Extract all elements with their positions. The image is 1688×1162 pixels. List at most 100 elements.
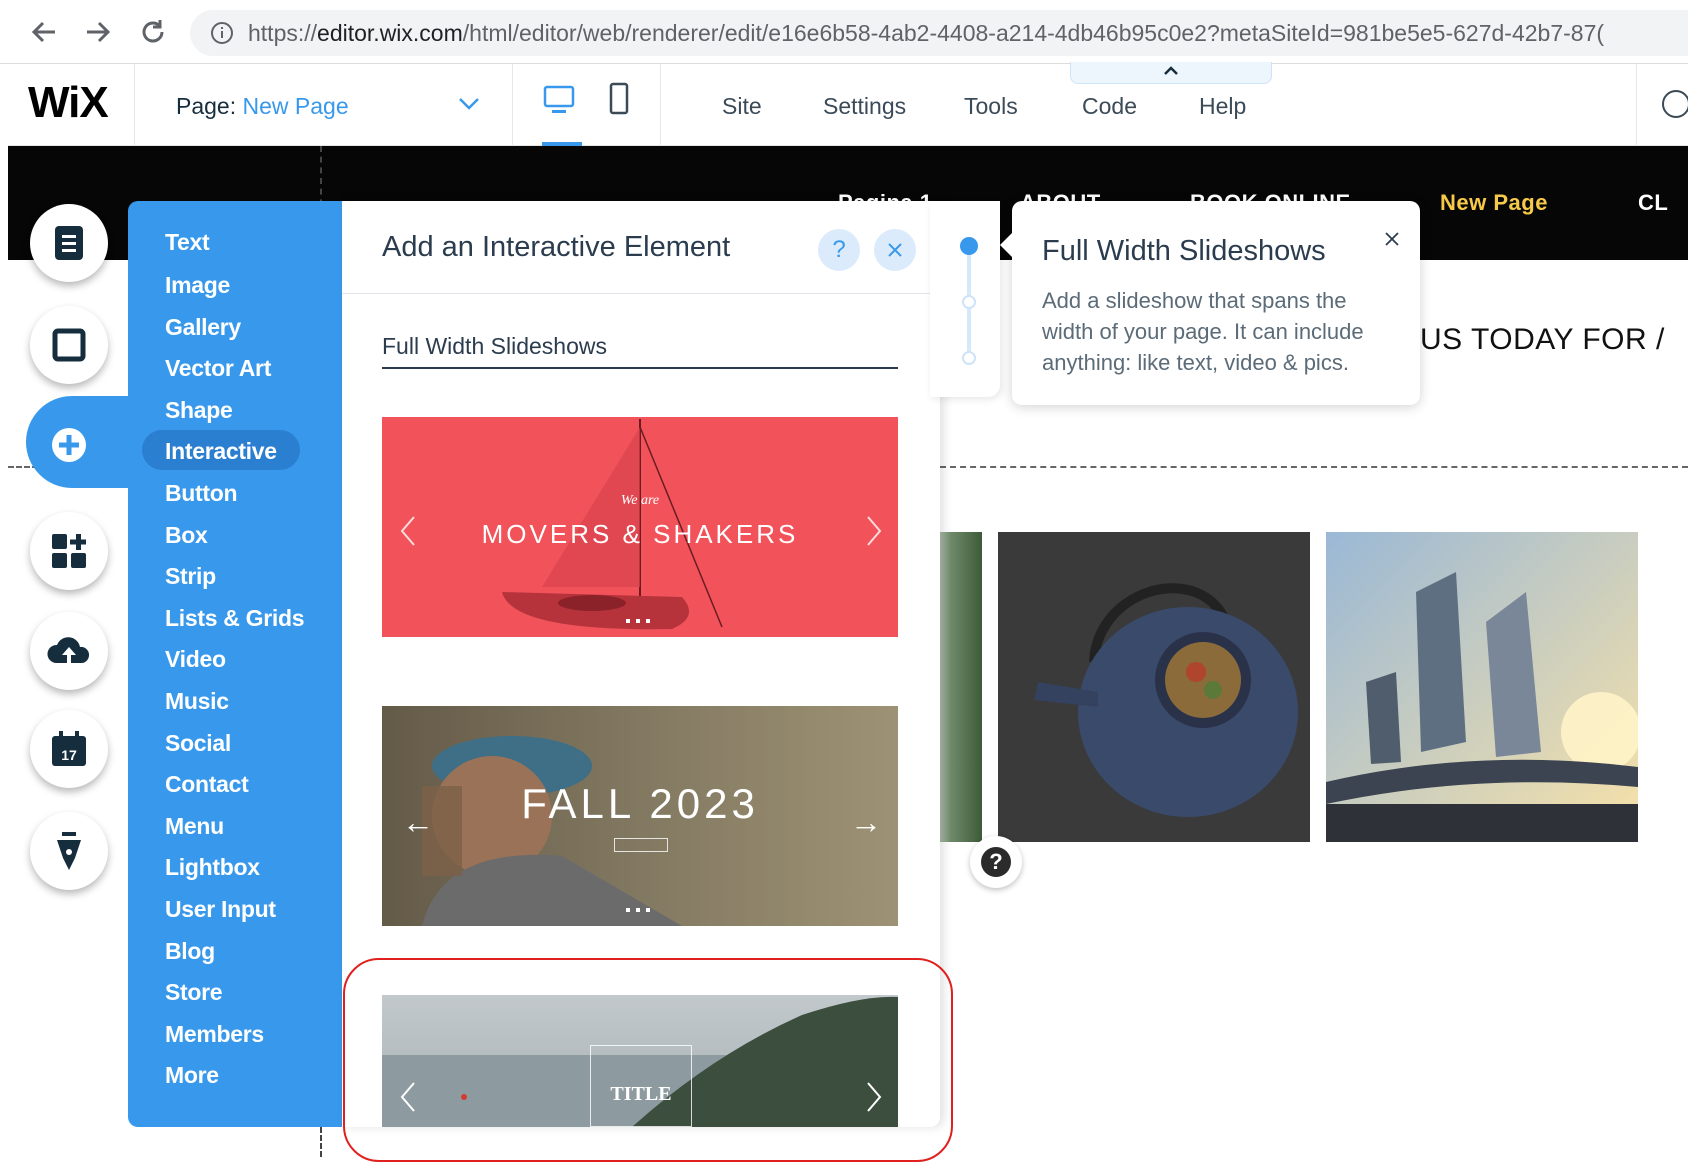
mobile-view-button[interactable] [608, 82, 630, 121]
section-underline [382, 367, 898, 369]
scroller-dot[interactable] [962, 295, 976, 309]
desktop-icon [543, 85, 575, 113]
category-item[interactable]: Button [165, 480, 238, 507]
thumb1-subtitle: We are [620, 493, 660, 508]
teapot-image [998, 532, 1310, 842]
apps-icon [52, 534, 86, 568]
url-text: https://editor.wix.com/html/editor/web/r… [248, 20, 1605, 46]
category-item[interactable]: Image [165, 272, 230, 299]
category-item-active[interactable]: Interactive [165, 438, 277, 465]
help-bubble[interactable]: ? [970, 836, 1022, 888]
calendar-icon: 17 [52, 731, 86, 766]
page-selector[interactable]: Page: New Page [176, 93, 496, 123]
gallery-image-teapot[interactable] [998, 532, 1310, 842]
pen-icon [57, 832, 81, 870]
panel-close-button[interactable] [874, 229, 916, 271]
arrow-left-icon: ← [402, 804, 434, 840]
editor-top-bar: WiX Page: New Page Site Settings Tools C… [8, 62, 1688, 146]
category-item[interactable]: Vector Art [165, 355, 271, 382]
add-button[interactable] [30, 406, 108, 484]
category-item[interactable]: Blog [165, 938, 215, 965]
chevron-down-icon [459, 98, 479, 110]
section-scroller[interactable] [930, 201, 1000, 397]
info-icon [211, 22, 233, 44]
section-title: Full Width Slideshows [382, 333, 607, 359]
category-item[interactable]: User Input [165, 896, 276, 923]
chevron-left-icon [400, 516, 415, 546]
slideshow-thumb-movers[interactable]: We are MOVERS & SHAKERS [382, 417, 898, 637]
thumb1-title: MOVERS & SHAKERS [481, 519, 799, 549]
category-item[interactable]: Strip [165, 563, 216, 590]
category-item[interactable]: Menu [165, 813, 224, 840]
thumb2-button [614, 838, 668, 852]
category-item[interactable]: Music [165, 688, 229, 715]
category-item[interactable]: Contact [165, 771, 249, 798]
highlight-annotation [343, 958, 953, 1162]
category-item[interactable]: More [165, 1062, 219, 1089]
site-nav-item-active[interactable]: New Page [1440, 190, 1548, 216]
tooltip-title: Full Width Slideshows [1042, 235, 1326, 267]
cloud-upload-icon [47, 637, 90, 663]
tooltip-body: Add a slideshow that spans the width of … [1042, 288, 1364, 375]
category-item[interactable]: Lightbox [165, 854, 260, 881]
site-nav-item[interactable]: CL [1638, 190, 1668, 216]
scroller-dot-active[interactable] [960, 237, 978, 255]
close-icon [888, 243, 902, 257]
gallery-image-city[interactable] [1326, 532, 1638, 842]
scroller-dot[interactable] [962, 351, 976, 365]
section-tooltip: Full Width Slideshows Add a slideshow th… [1000, 201, 1420, 405]
menu-site[interactable]: Site [722, 93, 762, 120]
tooltip-arrow [1000, 233, 1012, 257]
bookings-button[interactable]: 17 [30, 710, 108, 788]
mobile-icon [609, 82, 629, 115]
address-bar[interactable]: https://editor.wix.com/html/editor/web/r… [190, 10, 1688, 56]
category-item[interactable]: Lists & Grids [165, 605, 305, 632]
guide-line [320, 1127, 322, 1157]
arrow-right-icon [87, 21, 111, 43]
thumb2-title: FALL 2023 [521, 780, 759, 827]
category-item[interactable]: Gallery [165, 314, 241, 341]
menu-settings[interactable]: Settings [823, 93, 906, 120]
arrow-right-icon: → [850, 804, 882, 840]
arrow-left-icon [31, 21, 55, 43]
panel-help-button[interactable]: ? [818, 229, 860, 271]
add-apps-button[interactable] [30, 512, 108, 590]
background-icon [52, 328, 86, 362]
category-item[interactable]: Text [165, 229, 210, 256]
category-item[interactable]: Video [165, 646, 226, 673]
chevron-up-icon [1164, 66, 1178, 75]
city-image [1326, 532, 1638, 842]
blog-button[interactable] [30, 812, 108, 890]
upload-button[interactable] [30, 612, 108, 690]
chevron-right-icon [867, 516, 882, 546]
menu-code[interactable]: Code [1082, 93, 1137, 120]
menu-tools[interactable]: Tools [964, 93, 1018, 120]
category-item[interactable]: Social [165, 730, 231, 757]
category-item[interactable]: Members [165, 1021, 264, 1048]
pages-button[interactable] [30, 204, 108, 282]
back-button[interactable] [26, 14, 62, 50]
site-body-text: US TODAY FOR / [1420, 323, 1665, 356]
reload-button[interactable] [135, 14, 171, 50]
close-icon[interactable] [1384, 231, 1400, 247]
pages-icon [55, 226, 83, 260]
page-name: New Page [242, 93, 349, 119]
slideshow-thumb-fall[interactable]: FALL 2023 ← → [382, 706, 898, 926]
category-item[interactable]: Shape [165, 397, 233, 424]
desktop-view-button[interactable] [542, 84, 576, 121]
category-item[interactable]: Store [165, 979, 223, 1006]
background-button[interactable] [30, 306, 108, 384]
slide-dots [626, 908, 656, 912]
menu-help[interactable]: Help [1199, 93, 1246, 120]
plus-icon [52, 428, 86, 462]
add-panel-categories: Text Image Gallery Vector Art Shape Interacti… [128, 201, 342, 1127]
wix-logo[interactable]: WiX [28, 78, 109, 128]
forward-button[interactable] [80, 14, 116, 50]
panel-divider [342, 293, 940, 294]
search-icon[interactable] [1662, 90, 1688, 118]
panel-title: Add an Interactive Element [382, 231, 731, 263]
guide-line [940, 466, 1688, 468]
question-icon: ? [981, 847, 1011, 877]
code-panel-toggle[interactable] [1070, 62, 1272, 84]
category-item[interactable]: Box [165, 522, 208, 549]
